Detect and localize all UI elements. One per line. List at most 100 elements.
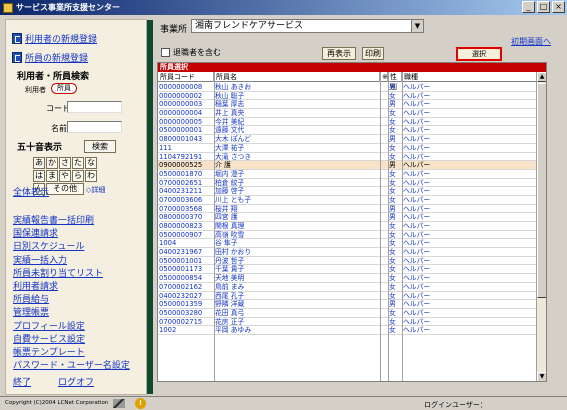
cell-code: 0000000003: [159, 100, 203, 109]
detail-link[interactable]: ◇詳細: [86, 185, 105, 195]
cell-name: 四宮 護: [215, 213, 238, 222]
cell-job: ヘルパー: [403, 143, 431, 152]
column-header-gender[interactable]: 性別: [388, 72, 402, 91]
column-header-name[interactable]: 所員名: [214, 72, 380, 82]
cell-name: 井上 真央: [215, 109, 245, 118]
cell-code: 111: [159, 143, 172, 152]
kana-na[interactable]: な: [85, 157, 97, 169]
kana-heading: 五十音表示: [17, 143, 63, 153]
type-user-label[interactable]: 利用者: [25, 85, 46, 95]
print-button[interactable]: 印刷: [362, 47, 384, 60]
close-button[interactable]: ×: [552, 1, 565, 13]
cell-gender: 女: [389, 265, 396, 274]
menu-item[interactable]: 実績報告書一括印刷: [13, 213, 94, 226]
menu-item[interactable]: 利用者請求: [13, 279, 58, 292]
menu-item[interactable]: 所員給与: [13, 292, 49, 305]
scroll-down-arrow-icon[interactable]: ▼: [537, 372, 546, 381]
cell-job: ヘルパー: [403, 117, 431, 126]
cell-name: 天地 美明: [215, 274, 245, 283]
cell-code: 0500000907: [159, 230, 203, 239]
cell-job: ヘルパー: [403, 213, 431, 222]
menu-item[interactable]: 実績一括入力: [13, 253, 67, 266]
menu-item[interactable]: 管理帳票: [13, 305, 49, 318]
menu-item[interactable]: 帳票テンプレート: [13, 345, 85, 358]
cell-gender: 女: [389, 109, 396, 118]
cell-code: 0800001043: [159, 135, 203, 144]
column-header-code[interactable]: 所員コード: [158, 72, 214, 82]
kana-ka[interactable]: か: [46, 157, 58, 169]
cell-job: ヘルパー: [403, 152, 431, 161]
new-user-link-row[interactable]: 利用者の新規登録: [12, 32, 97, 45]
name-input[interactable]: [67, 121, 122, 133]
include-retired-checkbox[interactable]: [161, 48, 170, 57]
cell-gender: 女: [389, 291, 396, 300]
scroll-up-arrow-icon[interactable]: ▲: [537, 72, 546, 82]
cell-name: 今井 美紀: [215, 117, 245, 126]
kana-a[interactable]: あ: [33, 157, 45, 169]
kana-ha[interactable]: は: [33, 170, 45, 182]
redisplay-button[interactable]: 再表示: [322, 47, 356, 60]
book-icon: [12, 52, 22, 63]
cell-name: 秋山 あきお: [215, 83, 252, 91]
maximize-button[interactable]: □: [537, 1, 550, 13]
cell-name: 堀内 澄子: [215, 169, 245, 178]
scroll-thumb[interactable]: [537, 83, 546, 298]
menu-item[interactable]: プロフィール設定: [13, 319, 85, 332]
include-retired-label: 退職者を含む: [173, 48, 221, 57]
menu-item[interactable]: パスワード・ユーザー名設定: [13, 358, 130, 371]
kana-wa[interactable]: わ: [85, 170, 97, 182]
cell-name: 野隣 洋蔵: [215, 300, 245, 309]
office-select[interactable]: 湘南フレンドケアサービス ▼: [191, 19, 424, 33]
kana-ma[interactable]: ま: [46, 170, 58, 182]
select-button[interactable]: 選択: [456, 47, 502, 61]
info-icon: !: [135, 398, 146, 409]
kana-ya[interactable]: や: [59, 170, 71, 182]
menu-item[interactable]: 国保連請求: [13, 226, 58, 239]
new-staff-link[interactable]: 所員の新規登録: [25, 51, 88, 64]
code-input[interactable]: [67, 101, 122, 113]
initial-screen-link[interactable]: 初期画面へ: [511, 36, 551, 47]
cell-code: 0000000004: [159, 109, 203, 118]
minimize-button[interactable]: _: [522, 1, 535, 13]
cell-job: ヘルパー: [403, 126, 431, 135]
status-bar: Copyright (C)2004 LCNet Corporation ! ログ…: [0, 396, 567, 410]
chevron-down-icon[interactable]: ▼: [411, 20, 423, 32]
vertical-scrollbar[interactable]: ▲ ▼: [536, 72, 546, 381]
cell-code: 0500001001: [159, 256, 203, 265]
login-user-label: ログインユーザー：: [424, 401, 487, 409]
kana-ra[interactable]: ら: [72, 170, 84, 182]
cell-job: ヘルパー: [403, 100, 431, 109]
exit-link[interactable]: 終了: [13, 375, 31, 388]
cell-gender: 女: [389, 117, 396, 126]
cell-code: 0500001359: [159, 300, 203, 309]
cell-gender: 女: [389, 274, 396, 283]
cell-name: 花房 正子: [215, 317, 245, 326]
cell-gender: 男: [389, 161, 396, 170]
type-staff-toggle[interactable]: 所員: [51, 83, 77, 94]
cell-gender: 男: [389, 213, 396, 222]
kana-other[interactable]: その他: [46, 183, 84, 195]
grid-title: 所員選択: [158, 63, 546, 72]
new-staff-link-row[interactable]: 所員の新規登録: [12, 51, 88, 64]
cell-gender: 女: [389, 230, 396, 239]
show-all-link[interactable]: 全体表示: [13, 185, 49, 198]
menu-item[interactable]: 自費サービス設定: [13, 332, 85, 345]
cell-name: 大澤 祐子: [215, 143, 245, 152]
column-header-job[interactable]: 職種: [402, 72, 536, 82]
cell-name: 関根 真理: [215, 222, 245, 230]
cell-code: 0700003606: [159, 195, 203, 204]
kana-ta[interactable]: た: [72, 157, 84, 169]
kana-sa[interactable]: さ: [59, 157, 71, 169]
menu-item[interactable]: 所員未割り当てリスト: [13, 266, 103, 279]
column-header-mark: ※: [382, 72, 388, 82]
logoff-link[interactable]: ログオフ: [58, 375, 94, 388]
cell-name: 谷 隼子: [215, 239, 238, 248]
search-button[interactable]: 検索: [84, 140, 116, 153]
column-divider: [214, 72, 215, 381]
menu-item[interactable]: 日別スケジュール: [13, 239, 84, 252]
cell-gender: 男: [389, 204, 396, 213]
new-user-link[interactable]: 利用者の新規登録: [25, 32, 97, 45]
cell-code: 0400232027: [159, 291, 203, 300]
column-divider: [402, 72, 403, 381]
cell-code: 1104792191: [159, 152, 203, 161]
